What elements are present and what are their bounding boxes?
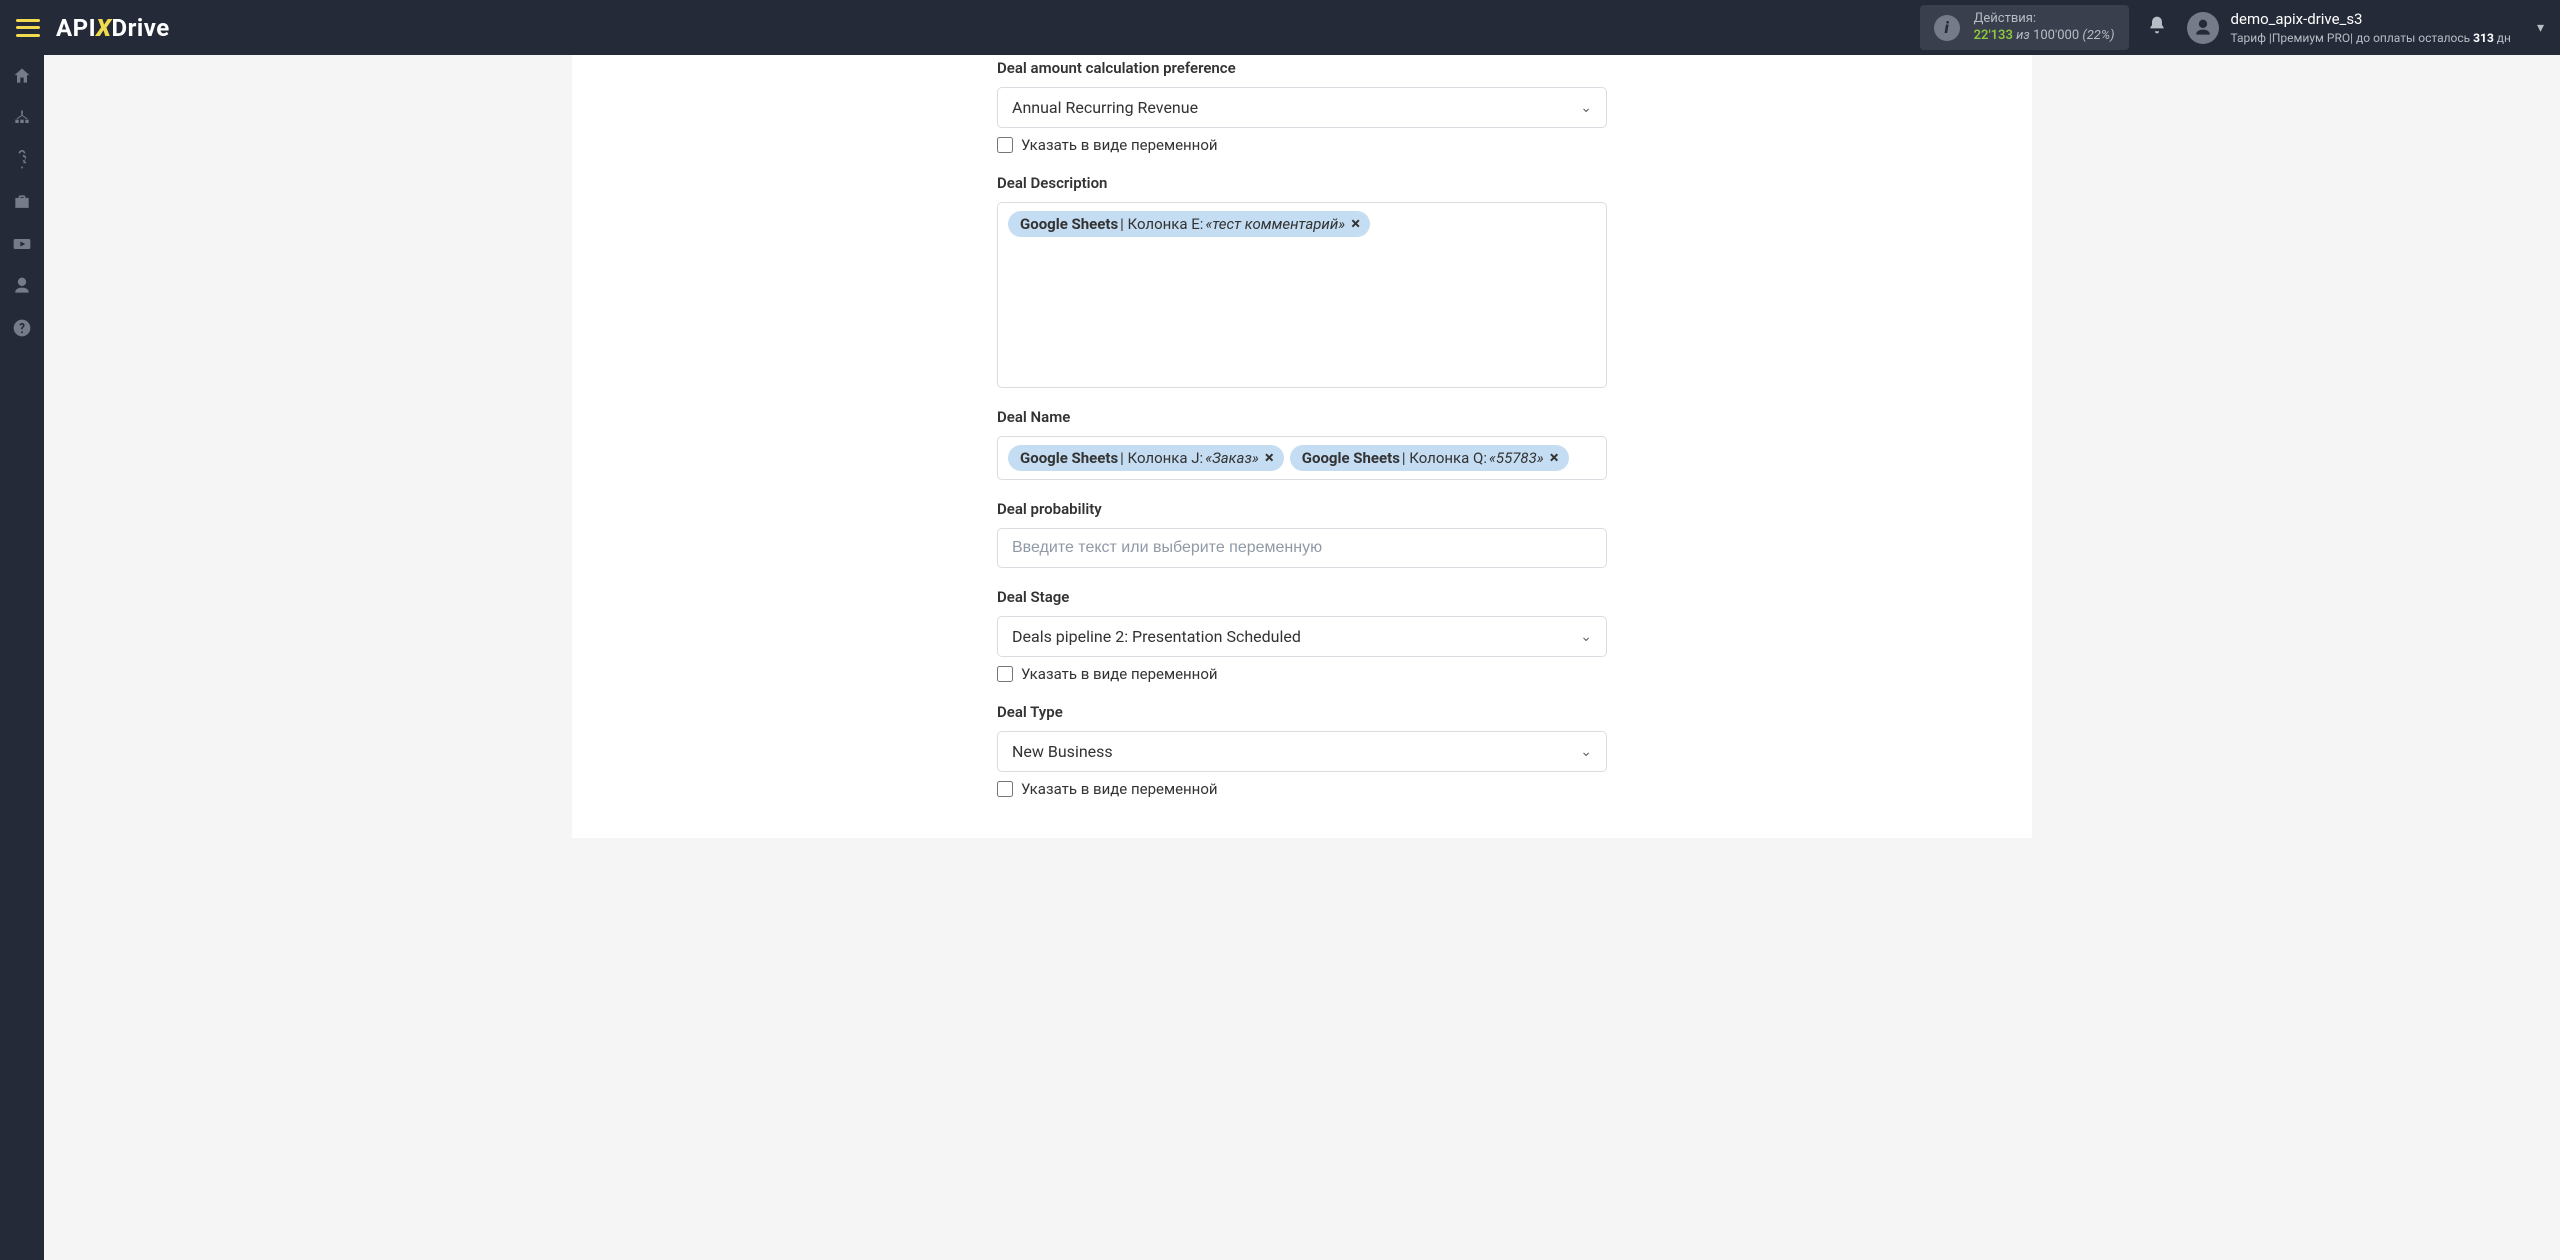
- form-card: Deal amount calculation preference Annua…: [572, 55, 2032, 838]
- chevron-down-icon: ⌄: [1580, 744, 1592, 760]
- checkbox-label[interactable]: Указать в виде переменной: [1021, 136, 1218, 154]
- amount-pref-select[interactable]: Annual Recurring Revenue ⌄: [997, 87, 1607, 128]
- info-icon: i: [1934, 15, 1960, 41]
- nav-help-icon[interactable]: [0, 307, 44, 349]
- avatar-icon: [2187, 12, 2219, 44]
- logo-drive: Drive: [112, 14, 170, 42]
- checkbox-label[interactable]: Указать в виде переменной: [1021, 665, 1218, 683]
- select-value: New Business: [1012, 742, 1113, 761]
- remove-tag-icon[interactable]: ×: [1265, 448, 1274, 468]
- field-probability: Deal probability: [997, 500, 1607, 568]
- select-value: Annual Recurring Revenue: [1012, 98, 1198, 117]
- user-name: demo_apix-drive_s3: [2231, 9, 2511, 29]
- top-header: APIXDrive i Действия: 22'133 из 100'000 …: [0, 0, 2560, 55]
- actions-numbers: 22'133 из 100'000 (22%): [1974, 28, 2115, 45]
- field-label: Deal amount calculation preference: [997, 59, 1607, 77]
- nav-youtube-icon[interactable]: [0, 223, 44, 265]
- field-name: Deal Name Google Sheets | Колонка J: «За…: [997, 408, 1607, 480]
- field-amount-pref: Deal amount calculation preference Annua…: [997, 59, 1607, 154]
- tariff-line: Тариф |Премиум PRO| до оплаты осталось 3…: [2231, 30, 2511, 46]
- chevron-down-icon: ▾: [2537, 20, 2544, 36]
- nav-billing-icon[interactable]: [0, 139, 44, 181]
- actions-counter[interactable]: i Действия: 22'133 из 100'000 (22%): [1920, 5, 2129, 51]
- select-value: Deals pipeline 2: Presentation Scheduled: [1012, 627, 1301, 646]
- checkbox-label[interactable]: Указать в виде переменной: [1021, 780, 1218, 798]
- logo-x: X: [96, 14, 111, 42]
- field-label: Deal Type: [997, 703, 1607, 721]
- nav-profile-icon[interactable]: [0, 265, 44, 307]
- stage-variable-checkbox[interactable]: [997, 666, 1013, 682]
- type-select[interactable]: New Business ⌄: [997, 731, 1607, 772]
- stage-select[interactable]: Deals pipeline 2: Presentation Scheduled…: [997, 616, 1607, 657]
- hamburger-menu-icon[interactable]: [16, 19, 40, 37]
- field-stage: Deal Stage Deals pipeline 2: Presentatio…: [997, 588, 1607, 683]
- remove-tag-icon[interactable]: ×: [1550, 448, 1559, 468]
- amount-pref-variable-checkbox[interactable]: [997, 137, 1013, 153]
- remove-tag-icon[interactable]: ×: [1351, 214, 1360, 234]
- logo-api: API: [56, 14, 96, 42]
- chevron-down-icon: ⌄: [1580, 629, 1592, 645]
- logo[interactable]: APIXDrive: [56, 14, 170, 42]
- name-input[interactable]: Google Sheets | Колонка J: «Заказ» × Goo…: [997, 436, 1607, 480]
- nav-briefcase-icon[interactable]: [0, 181, 44, 223]
- notifications-bell-icon[interactable]: [2147, 15, 2167, 40]
- field-label: Deal Name: [997, 408, 1607, 426]
- description-input[interactable]: Google Sheets | Колонка E: «тест коммент…: [997, 202, 1607, 388]
- variable-tag[interactable]: Google Sheets | Колонка Q: «55783» ×: [1290, 445, 1569, 471]
- field-description: Deal Description Google Sheets | Колонка…: [997, 174, 1607, 388]
- actions-label: Действия:: [1974, 11, 2115, 28]
- side-nav: [0, 0, 44, 1260]
- variable-tag[interactable]: Google Sheets | Колонка J: «Заказ» ×: [1008, 445, 1284, 471]
- field-label: Deal Description: [997, 174, 1607, 192]
- main-content: Deal amount calculation preference Annua…: [44, 55, 2560, 1260]
- user-menu[interactable]: demo_apix-drive_s3 Тариф |Премиум PRO| д…: [2187, 9, 2544, 45]
- nav-home-icon[interactable]: [0, 55, 44, 97]
- field-label: Deal probability: [997, 500, 1607, 518]
- field-type: Deal Type New Business ⌄ Указать в виде …: [997, 703, 1607, 798]
- type-variable-checkbox[interactable]: [997, 781, 1013, 797]
- nav-connections-icon[interactable]: [0, 97, 44, 139]
- chevron-down-icon: ⌄: [1580, 100, 1592, 116]
- field-label: Deal Stage: [997, 588, 1607, 606]
- variable-tag[interactable]: Google Sheets | Колонка E: «тест коммент…: [1008, 211, 1370, 237]
- probability-input[interactable]: [997, 528, 1607, 568]
